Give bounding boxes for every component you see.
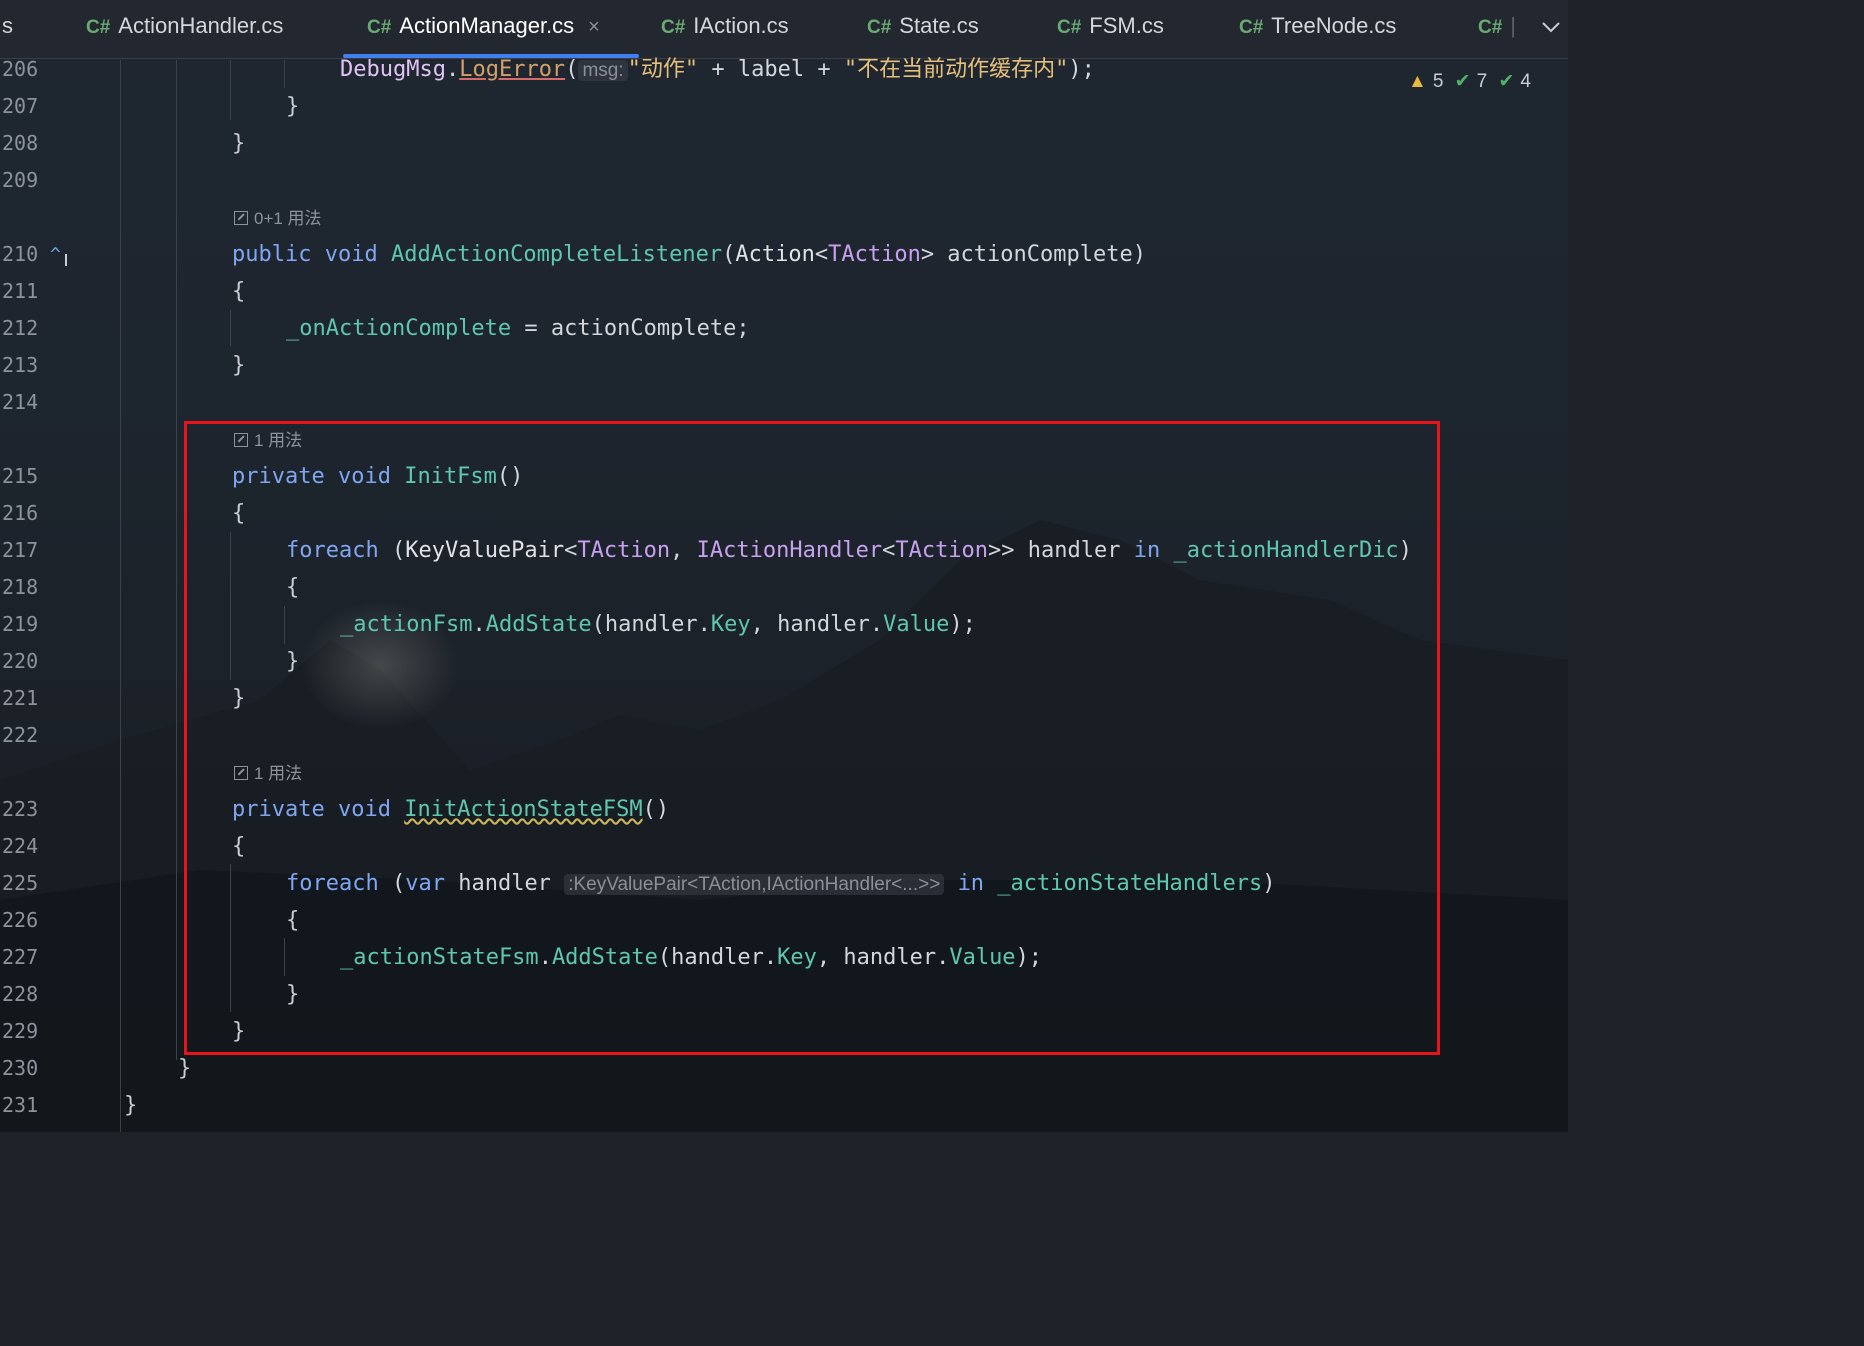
line-number: 215 bbox=[2, 464, 39, 488]
close-icon[interactable]: × bbox=[588, 16, 600, 38]
indent-guide bbox=[230, 60, 231, 120]
line-number: 212 bbox=[2, 316, 39, 340]
line-number: 224 bbox=[2, 834, 39, 858]
typo-count: 4 bbox=[1520, 71, 1531, 92]
line-number: 220 bbox=[2, 649, 39, 673]
tab-state[interactable]: C# State.cs bbox=[867, 0, 979, 54]
implements-arrow-icon[interactable]: ^ bbox=[50, 244, 61, 265]
code-line-210[interactable]: public void AddActionCompleteListener(Ac… bbox=[232, 236, 1146, 273]
code-line-208[interactable]: } bbox=[232, 125, 245, 162]
inspection-widget[interactable]: ▲ 5 ✔ 7 ✔ 4 bbox=[1408, 70, 1537, 93]
line-number: 210 bbox=[2, 242, 39, 266]
line-number: 231 bbox=[2, 1093, 39, 1117]
line-number: 208 bbox=[2, 131, 39, 155]
line-number: 211 bbox=[2, 279, 39, 303]
annotation-highlight-box bbox=[184, 421, 1440, 1055]
text-cursor bbox=[65, 254, 67, 266]
line-number: 228 bbox=[2, 982, 39, 1006]
line-number: 213 bbox=[2, 353, 39, 377]
csharp-file-icon: C# bbox=[86, 17, 111, 38]
tab-iaction[interactable]: C# IAction.cs bbox=[661, 0, 789, 54]
tab-fsm[interactable]: C# FSM.cs bbox=[1057, 0, 1164, 54]
chevron-down-icon[interactable] bbox=[1538, 14, 1564, 40]
tab-label: IAction.cs bbox=[693, 13, 789, 38]
csharp-file-icon: C# bbox=[867, 17, 892, 38]
tab-label: TreeNode.cs bbox=[1271, 13, 1397, 38]
usage-hint[interactable]: 0+1 用法 bbox=[234, 207, 322, 231]
line-number: 221 bbox=[2, 686, 39, 710]
code-line-230[interactable]: } bbox=[178, 1050, 191, 1087]
tab-label: ActionManager.cs bbox=[399, 13, 575, 38]
line-number: 229 bbox=[2, 1019, 39, 1043]
line-number: 218 bbox=[2, 575, 39, 599]
code-line-212[interactable]: _onActionComplete = actionComplete; bbox=[286, 310, 750, 347]
code-line-211[interactable]: { bbox=[232, 273, 245, 310]
line-number: 209 bbox=[2, 168, 39, 192]
line-number: 225 bbox=[2, 871, 39, 895]
indent-guide bbox=[230, 310, 231, 346]
tab-actionhandler[interactable]: C# ActionHandler.cs bbox=[86, 0, 283, 54]
code-line-206[interactable]: DebugMsg.LogError(msg: "动作" + label + "不在… bbox=[340, 51, 1095, 88]
warning-count: 5 bbox=[1432, 71, 1444, 92]
csharp-file-icon: C# bbox=[661, 17, 686, 38]
line-number: 223 bbox=[2, 797, 39, 821]
line-number: 206 bbox=[2, 57, 39, 81]
warning-icon: ▲ bbox=[1408, 71, 1427, 92]
tab-partial[interactable]: s bbox=[2, 0, 13, 54]
line-number: 222 bbox=[2, 723, 39, 747]
tab-label: FSM.cs bbox=[1089, 13, 1164, 38]
line-number: 207 bbox=[2, 94, 39, 118]
line-number: 214 bbox=[2, 390, 39, 414]
code-line-207[interactable]: } bbox=[286, 88, 299, 125]
line-number: 230 bbox=[2, 1056, 39, 1080]
csharp-file-icon: C# bbox=[1239, 17, 1264, 38]
csharp-file-icon: C# bbox=[367, 17, 392, 38]
line-number: 216 bbox=[2, 501, 39, 525]
tab-label: ActionHandler.cs bbox=[118, 13, 284, 38]
usage-icon bbox=[234, 211, 248, 225]
csharp-file-icon: C# bbox=[1057, 17, 1082, 38]
double-check-icon: ✔ bbox=[1498, 71, 1515, 92]
tab-treenode[interactable]: C# TreeNode.cs bbox=[1239, 0, 1396, 54]
parameter-hint: msg: bbox=[578, 60, 628, 81]
line-number: 219 bbox=[2, 612, 39, 636]
line-number: 217 bbox=[2, 538, 39, 562]
gutter-divider bbox=[120, 60, 121, 1132]
tab-overflow[interactable]: C# | bbox=[1478, 0, 1516, 54]
indent-guide bbox=[176, 60, 177, 1060]
tab-actionmanager[interactable]: C# ActionManager.cs × bbox=[367, 0, 600, 54]
code-line-231[interactable]: } bbox=[124, 1087, 137, 1124]
weak-warning-count: 7 bbox=[1476, 71, 1488, 92]
csharp-file-icon: C# bbox=[1478, 17, 1503, 38]
code-line-213[interactable]: } bbox=[232, 347, 245, 384]
line-number: 227 bbox=[2, 945, 39, 969]
check-icon: ✔ bbox=[1454, 71, 1471, 92]
indent-guide bbox=[284, 60, 285, 88]
tab-label: State.cs bbox=[899, 13, 979, 38]
line-number: 226 bbox=[2, 908, 39, 932]
tab-label: s bbox=[2, 13, 13, 38]
